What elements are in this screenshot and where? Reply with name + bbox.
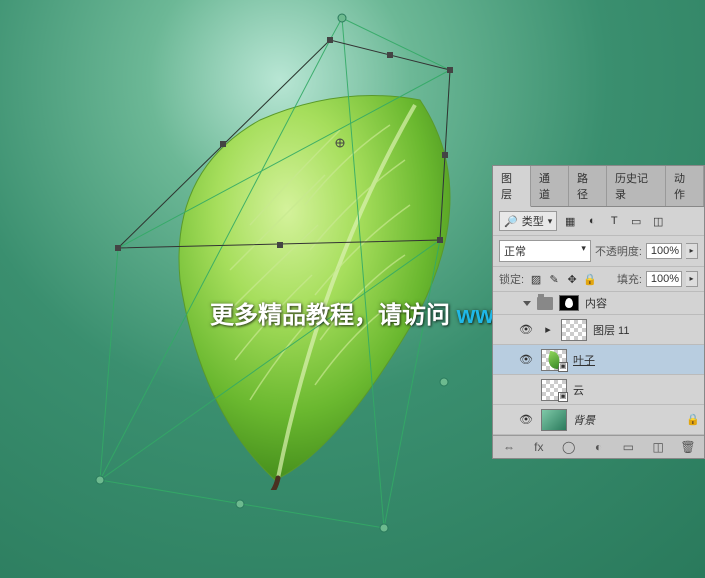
group-mask-thumb[interactable] xyxy=(559,295,579,311)
layer-thumb[interactable] xyxy=(541,409,567,431)
lock-transparency-icon[interactable]: ▨ xyxy=(528,271,544,287)
fill-label: 填充: xyxy=(617,271,642,287)
fill-input[interactable]: 100% xyxy=(646,271,682,287)
layer-row[interactable]: 👁 ▣ 叶子 xyxy=(493,345,704,375)
link-layers-icon[interactable]: ⇔ xyxy=(499,440,519,454)
tab-paths[interactable]: 路径 xyxy=(569,166,607,206)
layer-name[interactable]: 背景 xyxy=(573,412,680,428)
canvas-viewport[interactable]: 更多精品教程，请访问 www.240PS.com 图层 通道 路径 历史记录 动… xyxy=(0,0,705,578)
tab-channels[interactable]: 通道 xyxy=(531,166,569,206)
blend-opacity-row: 正常 不透明度: 100% ▸ xyxy=(493,236,704,267)
lock-buttons: ▨ ✎ ✥ 🔒 xyxy=(528,271,598,287)
smart-object-badge-icon: ▣ xyxy=(558,392,568,402)
lock-fill-row: 锁定: ▨ ✎ ✥ 🔒 填充: 100% ▸ xyxy=(493,267,704,292)
filter-pixel-icon[interactable]: ▦ xyxy=(561,213,579,229)
tab-actions[interactable]: 动作 xyxy=(666,166,704,206)
opacity-input[interactable]: 100% xyxy=(646,243,682,259)
add-adjustment-icon[interactable]: ◐ xyxy=(588,440,608,454)
lock-label: 锁定: xyxy=(499,271,524,287)
layer-row[interactable]: 👁 背景 🔒 xyxy=(493,405,704,435)
layer-thumb[interactable] xyxy=(561,319,587,341)
add-mask-icon[interactable]: ◯ xyxy=(559,440,579,454)
layer-name[interactable]: 叶子 xyxy=(573,352,700,368)
layer-thumb[interactable]: ▣ xyxy=(541,349,567,371)
leaf-image[interactable] xyxy=(140,70,480,490)
layer-row[interactable]: ▣ 云 xyxy=(493,375,704,405)
layer-thumb[interactable]: ▣ xyxy=(541,379,567,401)
lock-position-icon[interactable]: ✥ xyxy=(564,271,580,287)
delete-layer-icon[interactable]: 🗑 xyxy=(678,440,698,454)
disclosure-triangle-icon[interactable] xyxy=(523,301,531,306)
layer-name[interactable]: 图层 11 xyxy=(593,322,700,338)
filter-label: 类型 xyxy=(522,213,544,229)
visibility-eye-icon[interactable]: 👁 xyxy=(517,351,535,369)
panel-tab-bar: 图层 通道 路径 历史记录 动作 xyxy=(493,166,704,207)
chevron-down-icon: ▾ xyxy=(548,216,553,227)
chevron-right-icon: ▸ xyxy=(541,323,555,336)
layer-row[interactable]: 👁 ▸ 图层 11 xyxy=(493,315,704,345)
layer-filter-row: 🔎 类型 ▾ ▦ ◐ T ▭ ◫ xyxy=(493,207,704,236)
opacity-stepper[interactable]: ▸ xyxy=(686,243,698,259)
group-name[interactable]: 内容 xyxy=(585,295,698,311)
filter-adjust-icon[interactable]: ◐ xyxy=(583,213,601,229)
layer-name[interactable]: 云 xyxy=(573,382,700,398)
lock-pixels-icon[interactable]: ✎ xyxy=(546,271,562,287)
layer-group-header[interactable]: 内容 xyxy=(493,292,704,315)
filter-kind-select[interactable]: 🔎 类型 ▾ xyxy=(499,211,557,231)
opacity-label: 不透明度: xyxy=(595,243,642,259)
fx-icon[interactable]: fx xyxy=(529,440,549,454)
watermark-label: 更多精品教程，请访问 xyxy=(210,302,450,329)
visibility-eye-icon[interactable] xyxy=(517,381,535,399)
visibility-eye-icon[interactable]: 👁 xyxy=(517,411,535,429)
lock-icon: 🔒 xyxy=(686,413,700,426)
smart-object-badge-icon: ▣ xyxy=(558,362,568,372)
new-group-icon[interactable]: ▭ xyxy=(618,440,638,454)
lock-all-icon[interactable]: 🔒 xyxy=(582,271,598,287)
tab-history[interactable]: 历史记录 xyxy=(607,166,666,206)
panel-footer: ⇔ fx ◯ ◐ ▭ ◫ 🗑 xyxy=(493,435,704,458)
filter-shape-icon[interactable]: ▭ xyxy=(627,213,645,229)
blend-mode-select[interactable]: 正常 xyxy=(499,240,591,262)
folder-icon xyxy=(537,297,553,310)
filter-smart-icon[interactable]: ◫ xyxy=(649,213,667,229)
filter-type-icon[interactable]: T xyxy=(605,213,623,229)
tab-layers[interactable]: 图层 xyxy=(493,166,531,207)
visibility-eye-icon[interactable]: 👁 xyxy=(517,321,535,339)
fill-stepper[interactable]: ▸ xyxy=(686,271,698,287)
new-layer-icon[interactable]: ◫ xyxy=(648,440,668,454)
search-icon: 🔎 xyxy=(504,215,518,228)
layers-panel: 图层 通道 路径 历史记录 动作 🔎 类型 ▾ ▦ ◐ T ▭ ◫ 正常 不透明… xyxy=(492,165,705,459)
